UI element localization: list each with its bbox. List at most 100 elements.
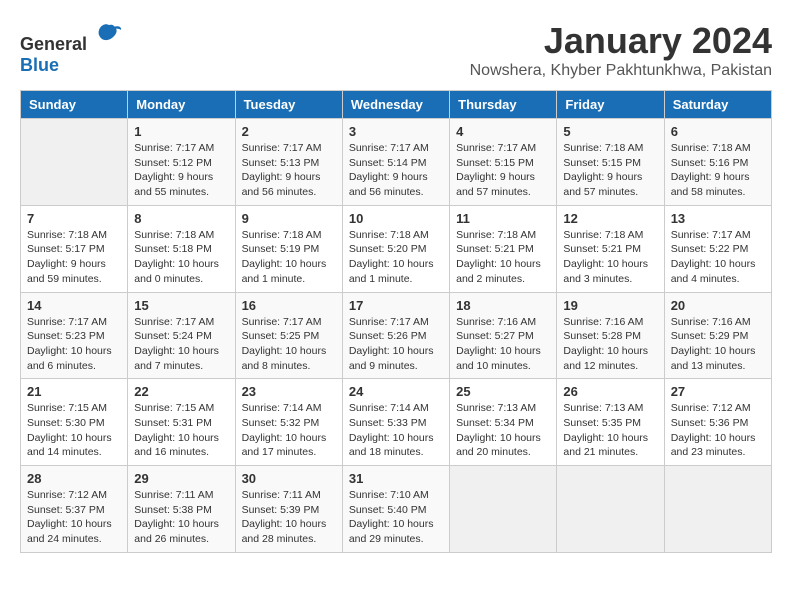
day-info: Sunrise: 7:18 AMSunset: 5:19 PMDaylight:…: [242, 228, 336, 287]
sunset-text: Sunset: 5:15 PM: [563, 157, 641, 169]
daylight-text: Daylight: 10 hours and 1 minute.: [242, 258, 327, 285]
sunrise-text: Sunrise: 7:14 AM: [349, 402, 429, 414]
sunrise-text: Sunrise: 7:12 AM: [671, 402, 751, 414]
day-cell: 28Sunrise: 7:12 AMSunset: 5:37 PMDayligh…: [21, 466, 128, 553]
header-cell-thursday: Thursday: [450, 91, 557, 119]
day-cell: 6 Sunrise: 7:18 AMSunset: 5:16 PMDaylight…: [664, 119, 771, 206]
day-info: Sunrise: 7:17 AMSunset: 5:23 PMDaylight:…: [27, 315, 121, 374]
daylight-text: Daylight: 9 hours and 58 minutes.: [671, 171, 750, 198]
sunset-text: Sunset: 5:27 PM: [456, 330, 534, 342]
day-info: Sunrise: 7:17 AMSunset: 5:24 PMDaylight:…: [134, 315, 228, 374]
day-cell: 1Sunrise: 7:17 AMSunset: 5:12 PMDaylight…: [128, 119, 235, 206]
sunset-text: Sunset: 5:37 PM: [27, 504, 105, 516]
day-number: 20: [671, 298, 765, 313]
day-cell: 25Sunrise: 7:13 AMSunset: 5:34 PMDayligh…: [450, 379, 557, 466]
sunrise-text: Sunrise: 7:16 AM: [563, 316, 643, 328]
daylight-text: Daylight: 10 hours and 9 minutes.: [349, 345, 434, 372]
sunrise-text: Sunrise: 7:17 AM: [242, 142, 322, 154]
sunrise-text: Sunrise: 7:11 AM: [134, 489, 213, 501]
sunrise-text: Sunrise: 7:17 AM: [134, 142, 214, 154]
day-cell: 20Sunrise: 7:16 AMSunset: 5:29 PMDayligh…: [664, 292, 771, 379]
logo: General Blue: [20, 20, 124, 76]
day-cell: 29 Sunrise: 7:11 AMSunset: 5:38 PMDayligh…: [128, 466, 235, 553]
day-cell: 13Sunrise: 7:17 AMSunset: 5:22 PMDayligh…: [664, 205, 771, 292]
daylight-text: Daylight: 10 hours and 17 minutes.: [242, 432, 327, 459]
sunrise-text: Sunrise: 7:12 AM: [27, 489, 107, 501]
sunrise-text: Sunrise: 7:17 AM: [27, 316, 107, 328]
day-cell: [450, 466, 557, 553]
sunset-text: Sunset: 5:24 PM: [134, 330, 212, 342]
day-info: Sunrise: 7:12 AMSunset: 5:36 PMDaylight:…: [671, 401, 765, 460]
sunset-text: Sunset: 5:35 PM: [563, 417, 641, 429]
daylight-text: Daylight: 10 hours and 24 minutes.: [27, 518, 112, 545]
daylight-text: Daylight: 10 hours and 4 minutes.: [671, 258, 756, 285]
daylight-text: Daylight: 10 hours and 3 minutes.: [563, 258, 648, 285]
daylight-text: Daylight: 9 hours and 57 minutes.: [563, 171, 642, 198]
day-info: Sunrise: 7:18 AMSunset: 5:21 PMDaylight:…: [563, 228, 657, 287]
day-cell: 17Sunrise: 7:17 AMSunset: 5:26 PMDayligh…: [342, 292, 449, 379]
daylight-text: Daylight: 10 hours and 21 minutes.: [563, 432, 648, 459]
day-cell: 4Sunrise: 7:17 AMSunset: 5:15 PMDaylight…: [450, 119, 557, 206]
sunset-text: Sunset: 5:39 PM: [242, 504, 320, 516]
sunset-text: Sunset: 5:26 PM: [349, 330, 427, 342]
day-number: 22: [134, 384, 228, 399]
day-number: 18: [456, 298, 550, 313]
day-number: 29: [134, 471, 228, 486]
calendar-subtitle: Nowshera, Khyber Pakhtunkhwa, Pakistan: [470, 62, 772, 80]
day-number: 3: [349, 124, 443, 139]
daylight-text: Daylight: 10 hours and 10 minutes.: [456, 345, 541, 372]
day-info: Sunrise: 7:18 AMSunset: 5:21 PMDaylight:…: [456, 228, 550, 287]
day-cell: 12 Sunrise: 7:18 AMSunset: 5:21 PMDayligh…: [557, 205, 664, 292]
day-info: Sunrise: 7:10 AMSunset: 5:40 PMDaylight:…: [349, 488, 443, 547]
daylight-text: Daylight: 10 hours and 13 minutes.: [671, 345, 756, 372]
day-info: Sunrise: 7:18 AMSunset: 5:20 PMDaylight:…: [349, 228, 443, 287]
daylight-text: Daylight: 9 hours and 56 minutes.: [349, 171, 428, 198]
day-info: Sunrise: 7:11 AMSunset: 5:38 PMDaylight:…: [134, 488, 228, 547]
day-cell: 22Sunrise: 7:15 AMSunset: 5:31 PMDayligh…: [128, 379, 235, 466]
sunrise-text: Sunrise: 7:10 AM: [349, 489, 429, 501]
day-number: 2: [242, 124, 336, 139]
sunset-text: Sunset: 5:16 PM: [671, 157, 749, 169]
daylight-text: Daylight: 10 hours and 20 minutes.: [456, 432, 541, 459]
logo-text: General Blue: [20, 20, 124, 76]
day-number: 17: [349, 298, 443, 313]
day-info: Sunrise: 7:18 AMSunset: 5:16 PMDaylight:…: [671, 141, 765, 200]
day-number: 31: [349, 471, 443, 486]
day-number: 12: [563, 211, 657, 226]
day-number: 5: [563, 124, 657, 139]
week-row-3: 14Sunrise: 7:17 AMSunset: 5:23 PMDayligh…: [21, 292, 772, 379]
day-cell: [557, 466, 664, 553]
day-number: 16: [242, 298, 336, 313]
day-cell: 11Sunrise: 7:18 AMSunset: 5:21 PMDayligh…: [450, 205, 557, 292]
day-cell: 8Sunrise: 7:18 AMSunset: 5:18 PMDaylight…: [128, 205, 235, 292]
day-number: 7: [27, 211, 121, 226]
day-cell: 10Sunrise: 7:18 AMSunset: 5:20 PMDayligh…: [342, 205, 449, 292]
sunset-text: Sunset: 5:17 PM: [27, 243, 105, 255]
day-info: Sunrise: 7:17 AMSunset: 5:22 PMDaylight:…: [671, 228, 765, 287]
header-cell-monday: Monday: [128, 91, 235, 119]
header-cell-saturday: Saturday: [664, 91, 771, 119]
day-cell: 30Sunrise: 7:11 AMSunset: 5:39 PMDayligh…: [235, 466, 342, 553]
daylight-text: Daylight: 10 hours and 29 minutes.: [349, 518, 434, 545]
sunset-text: Sunset: 5:21 PM: [563, 243, 641, 255]
sunset-text: Sunset: 5:34 PM: [456, 417, 534, 429]
day-info: Sunrise: 7:17 AMSunset: 5:15 PMDaylight:…: [456, 141, 550, 200]
daylight-text: Daylight: 9 hours and 57 minutes.: [456, 171, 535, 198]
week-row-2: 7 Sunrise: 7:18 AM Sunset: 5:17 PM Daylight…: [21, 205, 772, 292]
sunrise-text: Sunrise: 7:18 AM: [134, 229, 214, 241]
title-section: January 2024 Nowshera, Khyber Pakhtunkhw…: [470, 20, 772, 80]
week-row-4: 21Sunrise: 7:15 AMSunset: 5:30 PMDayligh…: [21, 379, 772, 466]
daylight-text: Daylight: 10 hours and 2 minutes.: [456, 258, 541, 285]
sunset-text: Sunset: 5:33 PM: [349, 417, 427, 429]
day-number: 6: [671, 124, 765, 139]
sunrise-text: Sunrise: 7:16 AM: [671, 316, 751, 328]
day-info: Sunrise: 7:13 AM Sunset: 5:35 PM Daylight:…: [563, 401, 657, 460]
sunrise-text: Sunrise: 7:13 AM: [563, 402, 643, 414]
sunrise-text: Sunrise: 7:18 AM: [242, 229, 322, 241]
day-cell: 21Sunrise: 7:15 AMSunset: 5:30 PMDayligh…: [21, 379, 128, 466]
sunrise-text: Sunrise: 7:17 AM: [671, 229, 751, 241]
daylight-text: Daylight: 9 hours and 55 minutes.: [134, 171, 213, 198]
daylight-text: Daylight: 10 hours and 23 minutes.: [671, 432, 756, 459]
day-info: Sunrise: 7:12 AM Sunset: 5:37 PM Daylight:…: [27, 488, 121, 547]
day-info: Sunrise: 7:13 AMSunset: 5:34 PMDaylight:…: [456, 401, 550, 460]
